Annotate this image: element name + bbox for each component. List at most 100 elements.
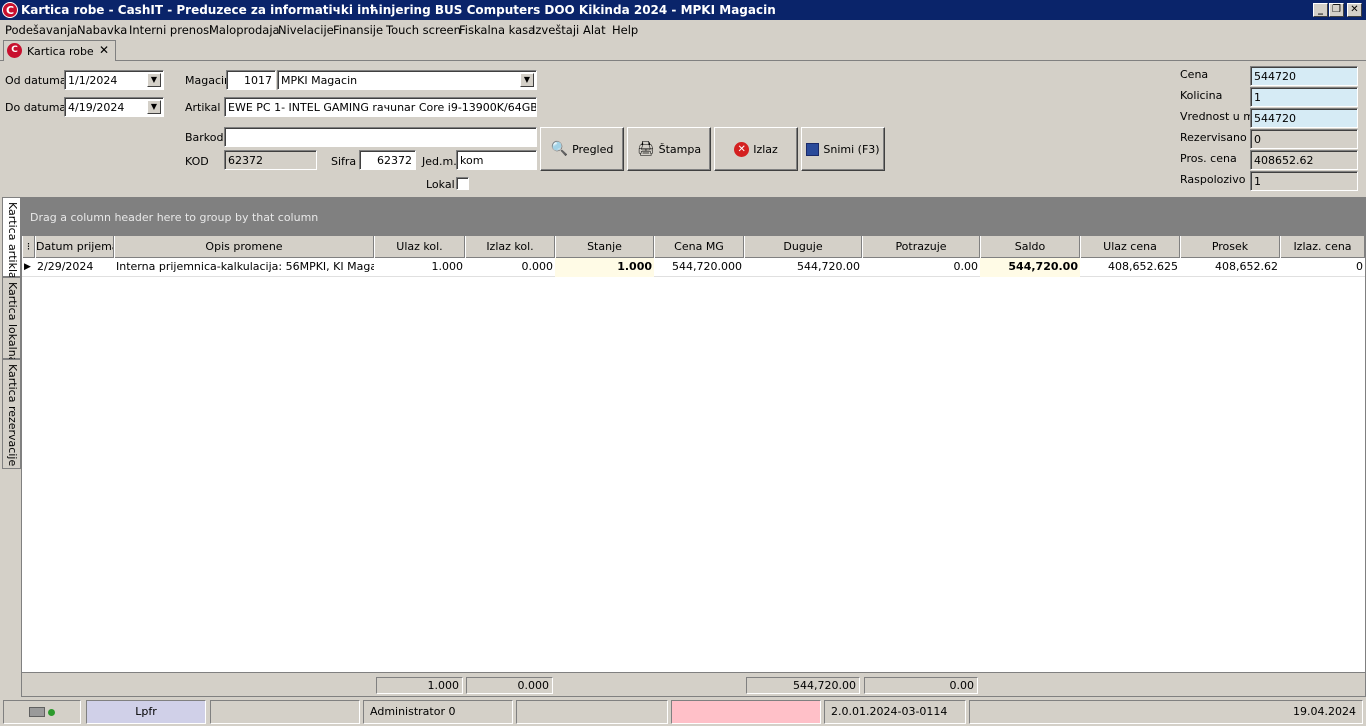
column-header[interactable]: Ulaz cena	[1080, 236, 1180, 258]
dropdown-arrow-icon[interactable]: ▼	[520, 73, 534, 87]
cell-duguje[interactable]: 544,720.00	[744, 258, 862, 277]
total-potrazuje: 0.00	[864, 677, 978, 694]
snimi-button[interactable]: Snimi (F3)	[801, 127, 885, 171]
od-datuma-value: 1/1/2024	[68, 74, 118, 87]
menu-bar: Podešavanja Nabavka Interni prenosi Malo…	[0, 20, 1366, 40]
od-datuma-label: Od datuma	[5, 74, 67, 87]
menu-maloprodaja[interactable]: Maloprodaja	[209, 23, 280, 37]
menu-nivelacije[interactable]: Nivelacije	[278, 23, 334, 37]
tab-kartica-lokalna[interactable]: Kartica lokalna	[2, 277, 21, 363]
group-by-panel[interactable]: Drag a column header here to group by th…	[22, 198, 1365, 236]
column-header[interactable]: Saldo	[980, 236, 1080, 258]
artikal-field[interactable]: EWE PC 1- INTEL GAMING raчunar Core i9-1…	[224, 97, 537, 117]
kolicina-field: 1	[1250, 87, 1358, 107]
column-header[interactable]: Duguje	[744, 236, 862, 258]
maximize-button[interactable]: ❐	[1329, 3, 1344, 17]
close-tab-icon[interactable]: ✕	[97, 43, 111, 57]
exit-icon: ✕	[734, 141, 750, 157]
raspolozivo-label: Raspolozivo	[1180, 173, 1246, 186]
menu-nabavka[interactable]: Nabavka	[77, 23, 127, 37]
title-bar: C Kartica robe - CashIT - Preduzeсе za i…	[0, 0, 1366, 20]
rezervisano-label: Rezervisano	[1180, 131, 1247, 144]
tab-kartica-artikla[interactable]: Kartica artikla	[2, 197, 21, 279]
cell-izlaz-cena[interactable]: 0	[1280, 258, 1365, 277]
od-datuma-field[interactable]: 1/1/2024 ▼	[64, 70, 164, 90]
user-status: Administrator 0	[363, 700, 513, 724]
magacin-code-field[interactable]: 1017	[226, 70, 276, 90]
column-header[interactable]: Ulaz kol.	[374, 236, 465, 258]
status-panel	[516, 700, 668, 724]
menu-finansije[interactable]: Finansije	[333, 23, 383, 37]
stampa-button[interactable]: 🖨 Štampa	[627, 127, 711, 171]
menu-fiskalna-kasa[interactable]: Fiskalna kasa	[459, 23, 535, 37]
dropdown-arrow-icon[interactable]: ▼	[147, 100, 161, 114]
row-indicator-icon: ▶	[24, 262, 31, 272]
column-header[interactable]: Potrazuje	[862, 236, 980, 258]
column-header[interactable]: Opis promene	[114, 236, 374, 258]
column-header[interactable]: Datum prijema	[35, 236, 114, 258]
group-hint: Drag a column header here to group by th…	[30, 211, 319, 224]
column-header[interactable]: Cena MG	[654, 236, 744, 258]
pregled-label: Pregled	[572, 142, 614, 156]
kolicina-label: Kolicina	[1180, 89, 1223, 102]
lokal-label: Lokal	[426, 178, 455, 191]
column-chooser-icon[interactable]: ⁝	[22, 236, 35, 258]
minimize-button[interactable]: _	[1313, 3, 1328, 17]
data-grid: Drag a column header here to group by th…	[21, 197, 1366, 697]
column-header[interactable]: Stanje	[555, 236, 654, 258]
cell-opis[interactable]: Interna prijemnica-kalkulacija: 56MPKI, …	[114, 258, 374, 277]
menu-alat[interactable]: Alat	[583, 23, 606, 37]
tab-label: Kartica robe	[27, 45, 94, 58]
kod-field[interactable]: 62372	[224, 150, 317, 170]
cell-saldo[interactable]: 544,720.00	[980, 258, 1080, 277]
snimi-label: Snimi (F3)	[823, 142, 880, 156]
cell-stanje[interactable]: 1.000	[555, 258, 654, 277]
pregled-button[interactable]: 🔍 Pregled	[540, 127, 624, 171]
tab-kartica-rezervacije[interactable]: Kartica rezervacije	[2, 359, 21, 469]
menu-podesavanja[interactable]: Podešavanja	[5, 23, 77, 37]
magacin-name-value: MPKI Magacin	[281, 74, 358, 87]
cell-datum[interactable]: 2/29/2024	[35, 258, 114, 277]
barkod-field[interactable]	[224, 127, 537, 147]
cell-prosek[interactable]: 408,652.62	[1180, 258, 1280, 277]
lokal-checkbox[interactable]	[456, 177, 469, 190]
column-header[interactable]: Prosek	[1180, 236, 1280, 258]
connection-status[interactable]	[3, 700, 81, 724]
cell-ulaz-cena[interactable]: 408,652.625	[1080, 258, 1180, 277]
close-window-button[interactable]: ✕	[1347, 3, 1362, 17]
menu-help[interactable]: Help	[612, 23, 638, 37]
raspolozivo-field: 1	[1250, 171, 1358, 191]
menu-touch-screen[interactable]: Touch screen	[386, 23, 461, 37]
vrednost-label: Vrednost u mg	[1180, 110, 1261, 123]
dropdown-arrow-icon[interactable]: ▼	[147, 73, 161, 87]
menu-izvestaji[interactable]: Izveštaji	[532, 23, 579, 37]
menu-interni-prenosi[interactable]: Interni prenosi	[129, 23, 212, 37]
version-status: 2.0.01.2024-03-0114	[824, 700, 966, 724]
izlaz-button[interactable]: ✕ Izlaz	[714, 127, 798, 171]
column-header[interactable]: Izlaz kol.	[465, 236, 555, 258]
do-datuma-field[interactable]: 4/19/2024 ▼	[64, 97, 164, 117]
pros-cena-field: 408652.62	[1250, 150, 1358, 170]
cena-field: 544720	[1250, 66, 1358, 86]
cell-cena-mg[interactable]: 544,720.000	[654, 258, 744, 277]
stampa-label: Štampa	[658, 142, 702, 156]
cell-izlaz-kol[interactable]: 0.000	[465, 258, 555, 277]
column-header[interactable]: Izlaz. cena	[1280, 236, 1365, 258]
cell-ulaz-kol[interactable]: 1.000	[374, 258, 465, 277]
grid-header: ⁝ Datum prijema Opis promene Ulaz kol. I…	[22, 236, 1365, 258]
total-izlaz-kol: 0.000	[466, 677, 553, 694]
magnifier-icon: 🔍	[550, 141, 569, 157]
cell-potrazuje[interactable]: 0.00	[862, 258, 980, 277]
lpfr-status[interactable]: Lpfr	[86, 700, 206, 724]
table-row[interactable]: ▶ 2/29/2024 Interna prijemnica-kalkulaci…	[22, 258, 1365, 277]
tab-kartica-robe[interactable]: C Kartica robe ✕	[3, 40, 116, 61]
jedm-field[interactable]: kom	[456, 150, 537, 170]
tab-label: Kartica lokalna	[6, 282, 19, 364]
sifra-field[interactable]: 62372	[359, 150, 416, 170]
do-datuma-value: 4/19/2024	[68, 101, 125, 114]
cena-label: Cena	[1180, 68, 1209, 81]
status-bar: Lpfr Administrator 0 2.0.01.2024-03-0114…	[0, 699, 1366, 726]
tab-label: Kartica rezervacije	[6, 364, 19, 467]
pros-cena-label: Pros. cena	[1180, 152, 1237, 165]
magacin-select[interactable]: MPKI Magacin ▼	[277, 70, 537, 90]
